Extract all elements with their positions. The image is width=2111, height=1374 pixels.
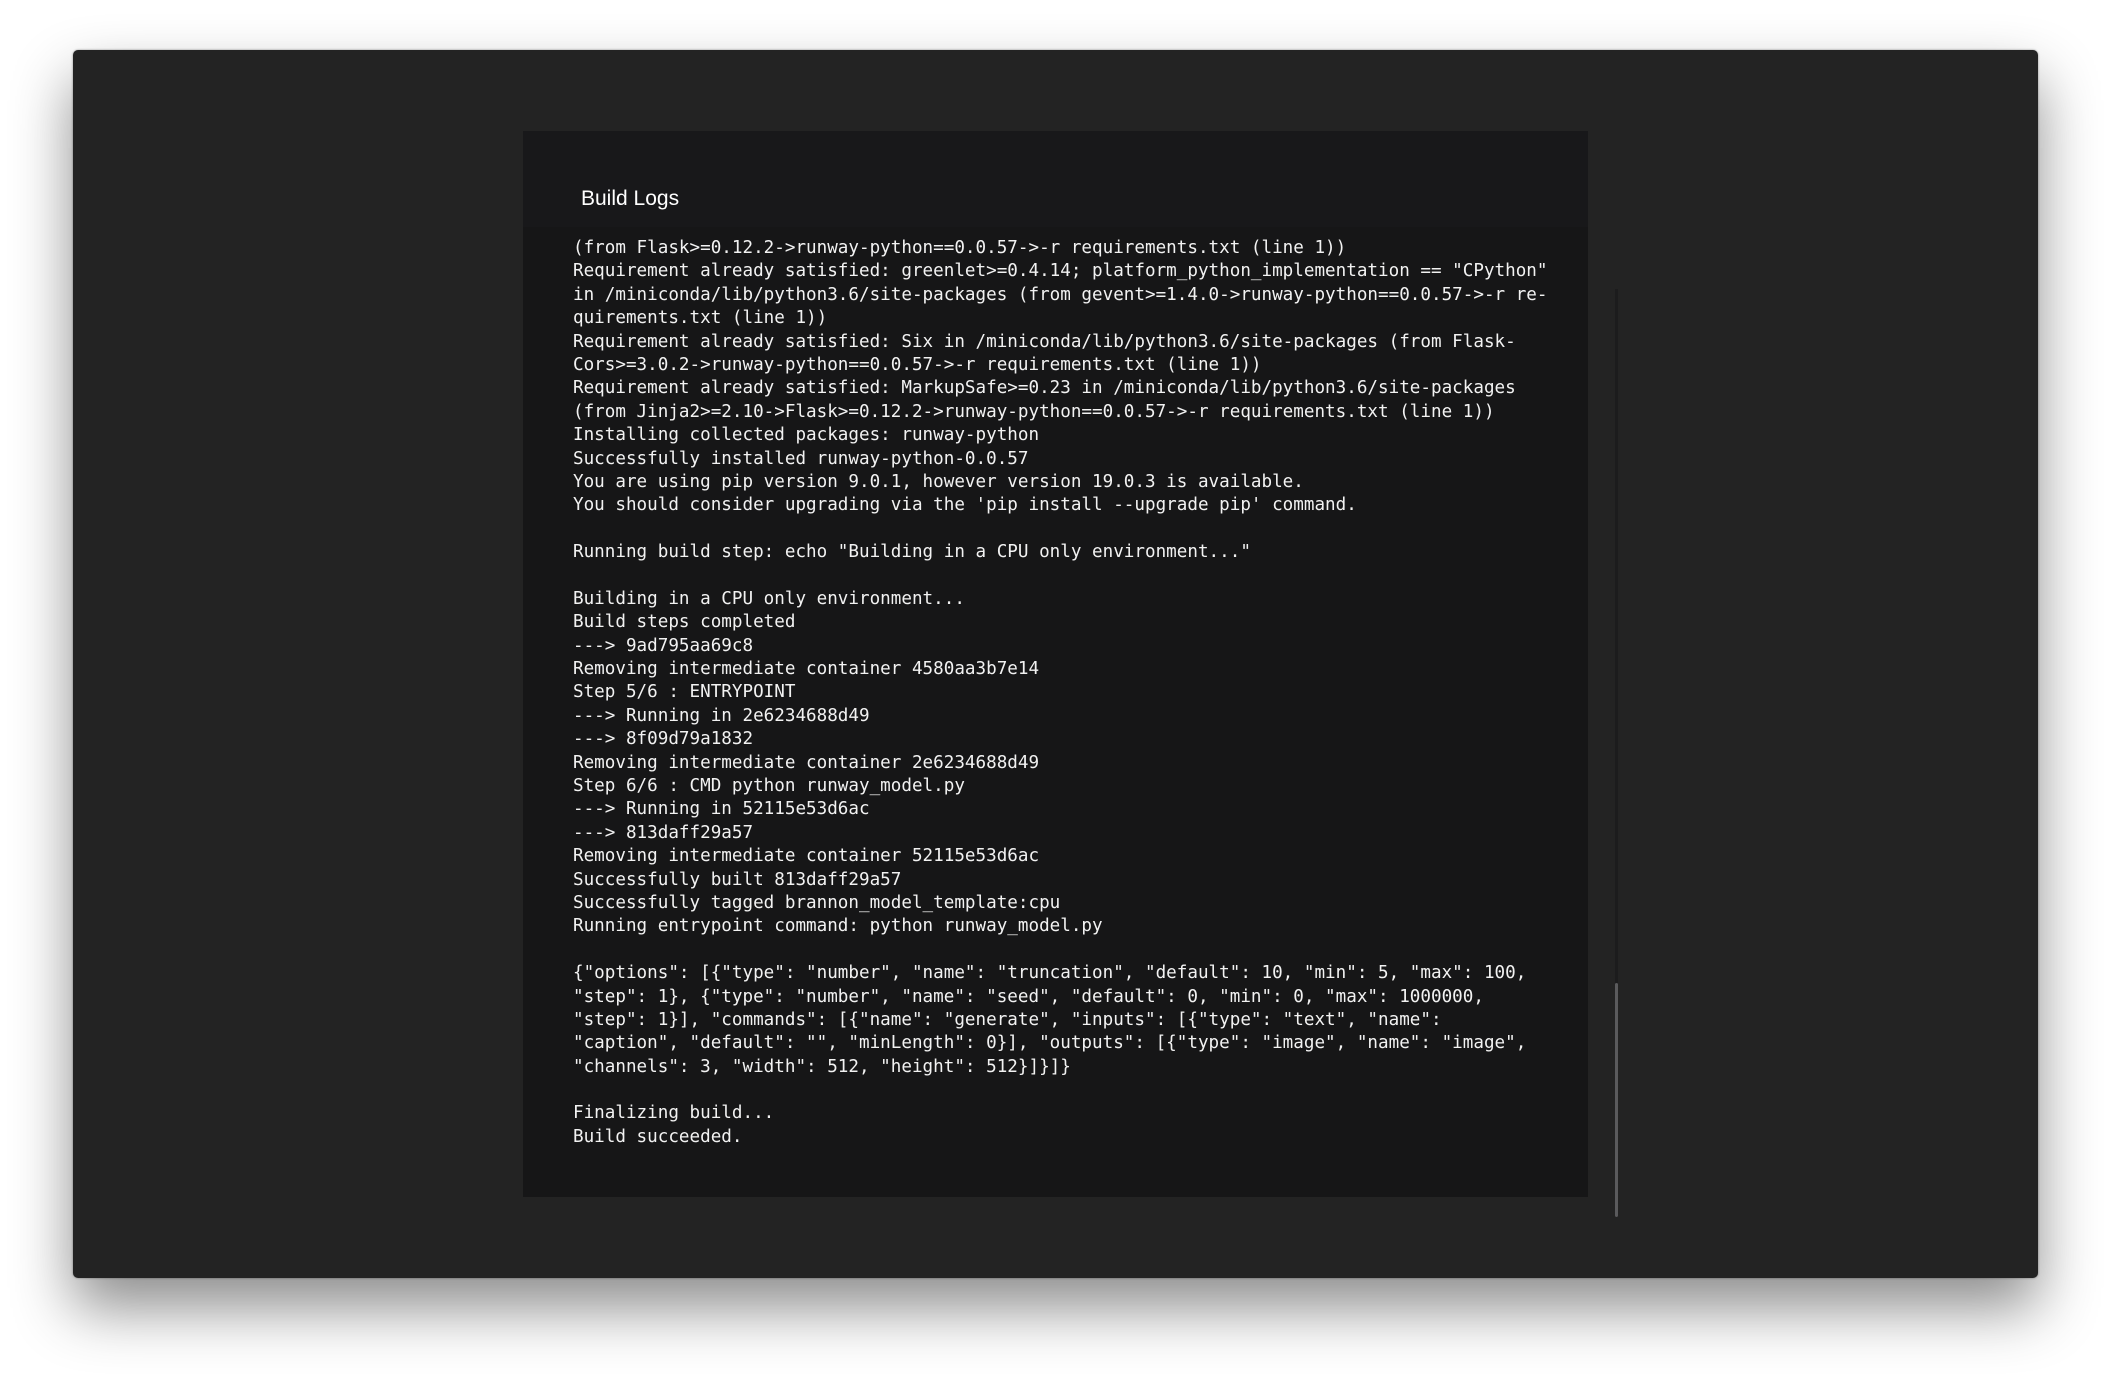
log-line: Successfully built 813daff29a57: [573, 869, 902, 890]
log-line: {"options": [{"type": "number", "name": …: [573, 963, 1527, 984]
log-line: "caption", "default": "", "minLength": 0…: [573, 1033, 1527, 1054]
build-logs-title: Build Logs: [581, 187, 680, 210]
build-logs-output[interactable]: (from Flask>=0.12.2->runway-python==0.0.…: [573, 237, 1553, 1167]
log-line: Building in a CPU only environment...: [573, 588, 965, 609]
log-line: "step": 1}, {"type": "number", "name": "…: [573, 986, 1484, 1007]
log-line: ---> 813daff29a57: [573, 822, 754, 843]
log-line: Step 5/6 : ENTRYPOINT: [573, 682, 796, 703]
log-line: Removing intermediate container 4580aa3b…: [573, 659, 1040, 680]
log-line: "step": 1}], "commands": [{"name": "gene…: [573, 1009, 1442, 1030]
log-line: You should consider upgrading via the 'p…: [573, 495, 1357, 516]
log-line: Step 6/6 : CMD python runway_model.py: [573, 775, 965, 796]
log-line: Successfully installed runway-python-0.0…: [573, 448, 1029, 469]
log-line: Build succeeded.: [573, 1126, 743, 1147]
log-line: Removing intermediate container 2e623468…: [573, 752, 1040, 773]
log-line: Successfully tagged brannon_model_templa…: [573, 892, 1061, 913]
log-line: Cors>=3.0.2->runway-python==0.0.57->-r r…: [573, 354, 1262, 375]
log-line: ---> Running in 52115e53d6ac: [573, 799, 870, 820]
log-line: Running entrypoint command: python runwa…: [573, 916, 1103, 937]
log-line: You are using pip version 9.0.1, however…: [573, 471, 1304, 492]
build-logs-panel: Build Logs (from Flask>=0.12.2->runway-p…: [523, 131, 1618, 1217]
log-line: Installing collected packages: runway-py…: [573, 425, 1040, 446]
log-line: Requirement already satisfied: greenlet>…: [573, 261, 1548, 282]
log-line: Requirement already satisfied: MarkupSaf…: [573, 378, 1516, 399]
app-window: Build Logs (from Flask>=0.12.2->runway-p…: [73, 50, 2038, 1278]
log-line: Removing intermediate container 52115e53…: [573, 846, 1040, 867]
build-logs-header: Build Logs: [523, 131, 1588, 227]
log-line: ---> 9ad795aa69c8: [573, 635, 754, 656]
log-line: (from Flask>=0.12.2->runway-python==0.0.…: [573, 238, 1347, 258]
logs-scrollbar-thumb[interactable]: [1615, 983, 1618, 1217]
logs-scrollbar[interactable]: [1615, 289, 1618, 1217]
log-line: quirements.txt (line 1)): [573, 308, 828, 329]
log-line: Finalizing build...: [573, 1103, 775, 1124]
log-line: Requirement already satisfied: Six in /m…: [573, 331, 1516, 352]
log-line: ---> 8f09d79a1832: [573, 729, 754, 750]
log-line: (from Jinja2>=2.10->Flask>=0.12.2->runwa…: [573, 401, 1495, 422]
log-line: ---> Running in 2e6234688d49: [573, 705, 870, 726]
log-line: in /miniconda/lib/python3.6/site-package…: [573, 284, 1548, 305]
log-line: Running build step: echo "Building in a …: [573, 542, 1251, 563]
log-line: Build steps completed: [573, 612, 796, 633]
log-line: "channels": 3, "width": 512, "height": 5…: [573, 1056, 1071, 1077]
